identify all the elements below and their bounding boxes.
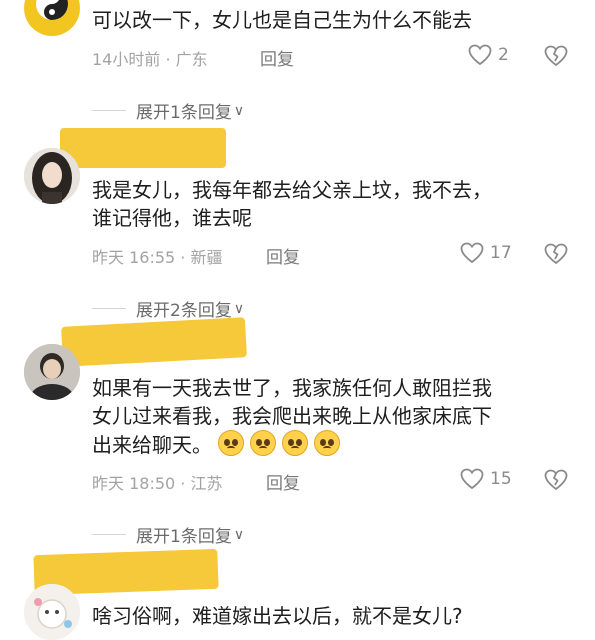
username-redaction <box>60 128 226 168</box>
heart-icon <box>468 44 492 66</box>
reply-button[interactable]: 回复 <box>266 469 300 494</box>
broken-heart-icon <box>544 45 568 66</box>
expand-replies-button[interactable]: 展开1条回复 ∨ <box>92 98 244 123</box>
avatar[interactable] <box>24 584 80 640</box>
comment-text: 我是女儿，我每年都去给父亲上坟，我不去， 谁记得他，谁去呢 <box>92 178 492 230</box>
heart-icon <box>460 242 484 264</box>
like-count: 15 <box>490 469 512 489</box>
comment-meta: 昨天 18:50 · 江苏 <box>92 474 223 493</box>
chevron-down-icon: ∨ <box>233 526 245 543</box>
dislike-button[interactable] <box>544 45 568 71</box>
comment-meta: 昨天 16:55 · 新疆 <box>92 248 223 267</box>
like-button[interactable]: 17 <box>460 242 512 264</box>
expand-replies-button[interactable]: 展开2条回复 ∨ <box>92 296 244 321</box>
cartoon-avatar-icon <box>24 584 80 640</box>
like-button[interactable]: 15 <box>460 468 512 490</box>
woman-avatar-icon <box>24 148 80 204</box>
heart-icon <box>460 468 484 490</box>
divider <box>92 534 126 535</box>
like-count: 2 <box>498 45 509 65</box>
expand-replies-label: 展开2条回复 <box>136 301 232 321</box>
man-avatar-icon <box>24 344 80 400</box>
divider <box>92 110 126 111</box>
comment-text: 可以改一下，女儿也是自己生为什么不能去 <box>92 8 472 32</box>
pleading-face-icon <box>218 430 245 456</box>
comment-meta: 14小时前 · 广东 <box>92 50 208 69</box>
like-count: 17 <box>490 243 512 263</box>
expand-replies-label: 展开1条回复 <box>136 527 232 547</box>
avatar[interactable] <box>24 0 80 36</box>
reply-button[interactable]: 回复 <box>260 45 294 70</box>
chevron-down-icon: ∨ <box>233 102 245 119</box>
yin-yang-icon <box>26 0 78 34</box>
username-redaction <box>61 317 247 367</box>
dislike-button[interactable] <box>544 243 568 269</box>
broken-heart-icon <box>544 469 568 490</box>
comment-text: 如果有一天我去世了，我家族任何人敢阻拦我 女儿过来看我，我会爬出来晚上从他家床底… <box>92 376 492 457</box>
pleading-face-icon <box>250 430 277 456</box>
pleading-face-icon <box>282 430 309 456</box>
like-button[interactable]: 2 <box>468 44 509 66</box>
expand-replies-button[interactable]: 展开1条回复 ∨ <box>92 522 244 547</box>
reply-button[interactable]: 回复 <box>266 243 300 268</box>
comment-text: 啥习俗啊，难道嫁出去以后，就不是女儿? <box>92 604 463 628</box>
expand-replies-label: 展开1条回复 <box>136 103 232 123</box>
avatar[interactable] <box>24 148 80 204</box>
broken-heart-icon <box>544 243 568 264</box>
divider <box>92 308 126 309</box>
avatar[interactable] <box>24 344 80 400</box>
dislike-button[interactable] <box>544 469 568 495</box>
chevron-down-icon: ∨ <box>233 300 245 317</box>
pleading-face-icon <box>314 430 341 456</box>
